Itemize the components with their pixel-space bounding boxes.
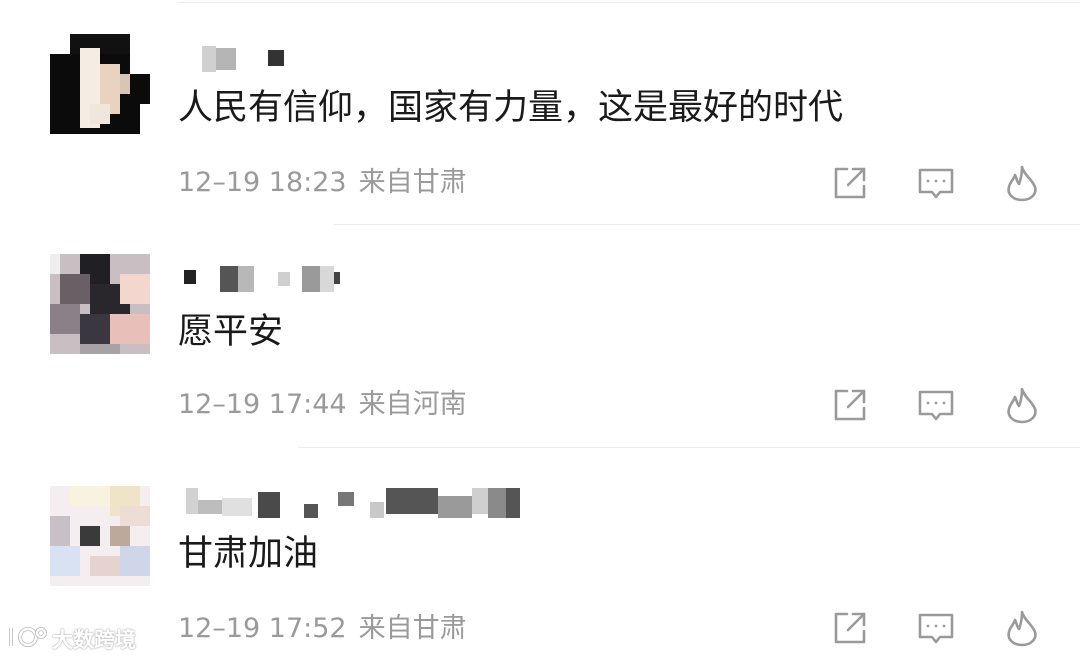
comment-location: 来自甘肃 [358,613,467,644]
flame-icon[interactable] [1002,385,1042,425]
watermark-text: 大数跨境 [52,628,136,652]
avatar[interactable] [50,34,150,134]
avatar[interactable] [50,254,150,354]
avatar[interactable] [50,486,150,586]
username-pixelated[interactable] [178,266,538,296]
watermark: 大数跨境 [8,624,136,654]
comment-meta: 12–19 18:23 来自甘肃 [178,166,467,200]
comment-location: 来自河南 [358,389,467,420]
username-pixelated[interactable] [178,488,538,518]
share-icon[interactable] [830,385,870,425]
comment-location: 来自甘肃 [358,167,467,198]
watermark-logo-icon [8,623,48,655]
username-pixelated[interactable] [178,46,538,76]
share-icon[interactable] [830,608,870,648]
flame-icon[interactable] [1002,163,1042,203]
reply-icon[interactable] [916,608,956,648]
comment-time: 12–19 17:44 [178,389,347,420]
comment-item: 愿平安 12–19 17:44 来自河南 [0,222,1080,444]
comment-meta: 12–19 17:44 来自河南 [178,388,467,422]
comment-time: 12–19 18:23 [178,167,347,198]
reply-icon[interactable] [916,385,956,425]
comment-time: 12–19 17:52 [178,613,347,644]
comment-item: 甘肃加油 12–19 17:52 来自甘肃 [0,444,1080,666]
comment-meta: 12–19 17:52 来自甘肃 [178,612,467,646]
comment-text: 愿平安 [178,312,284,352]
share-icon[interactable] [830,163,870,203]
comment-text: 人民有信仰，国家有力量，这是最好的时代 [178,88,844,128]
flame-icon[interactable] [1002,608,1042,648]
comment-text: 甘肃加油 [178,534,319,574]
reply-icon[interactable] [916,163,956,203]
comment-item: 人民有信仰，国家有力量，这是最好的时代 12–19 18:23 来自甘肃 [0,0,1080,222]
